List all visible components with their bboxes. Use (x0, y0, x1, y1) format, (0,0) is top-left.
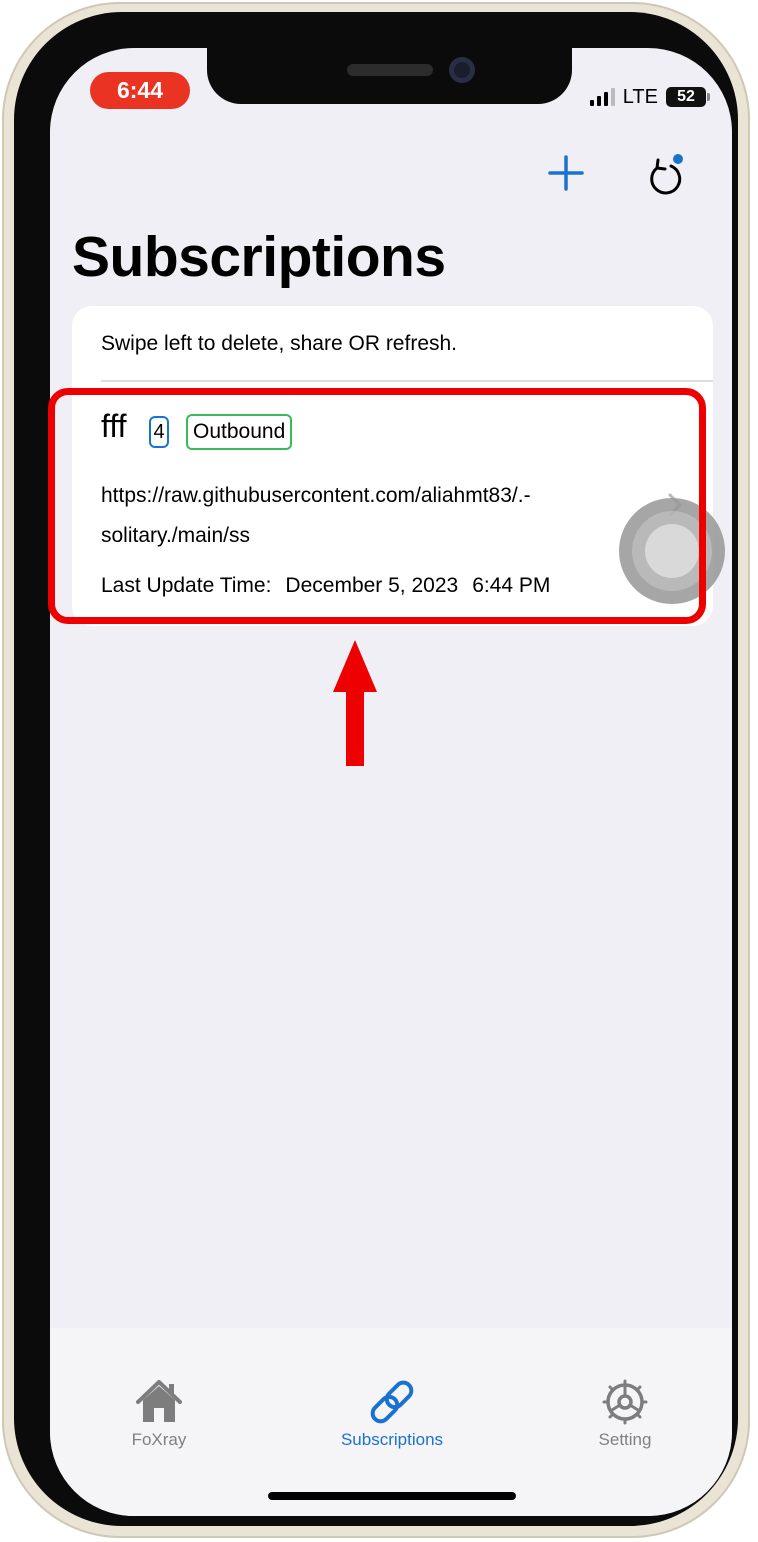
tab-subscriptions-label: Subscriptions (340, 1430, 444, 1449)
swipe-hint: Swipe left to delete, share OR refresh. (101, 332, 458, 355)
status-time: 6:44 (90, 72, 190, 109)
subscription-name: fff (101, 408, 127, 444)
assistive-touch-button[interactable] (619, 498, 725, 604)
tab-foxray[interactable]: FoXray (79, 1378, 239, 1450)
add-subscription-button[interactable] (546, 153, 586, 193)
subscriptions-list: Swipe left to delete, share OR refresh. … (72, 306, 713, 626)
tab-foxray-label: FoXray (131, 1430, 187, 1449)
last-update-label: Last Update Time: (101, 574, 272, 597)
notch (207, 48, 572, 104)
config-count-badge: 4 (149, 416, 169, 448)
subscription-url: https://raw.githubusercontent.com/aliahm… (101, 484, 531, 547)
status-indicators: LTE 52 (589, 85, 710, 109)
home-indicator[interactable] (268, 1492, 516, 1500)
app-screen: 6:44 LTE 52 Subscriptions Swipe left to … (50, 48, 732, 1516)
last-update-date: December 5, 2023 (285, 574, 459, 597)
tab-bar: FoXray Subscriptions Setting (50, 1328, 732, 1516)
tab-setting-label: Setting (598, 1430, 652, 1449)
front-camera (449, 57, 475, 83)
gear-icon (602, 1379, 648, 1425)
last-update: Last Update Time: December 5, 2023 6:44 PM (101, 574, 550, 598)
refresh-icon (650, 154, 683, 195)
link-icon (370, 1380, 414, 1424)
phone-bezel: 6:44 LTE 52 Subscriptions Swipe left to … (14, 12, 738, 1526)
list-divider (101, 380, 713, 382)
signal-icon (589, 88, 615, 106)
tab-setting[interactable]: Setting (545, 1378, 705, 1450)
house-icon (136, 1380, 182, 1422)
earpiece-speaker (347, 64, 433, 76)
tab-subscriptions[interactable]: Subscriptions (312, 1378, 472, 1450)
battery-icon: 52 (666, 87, 710, 107)
last-update-time: 6:44 PM (472, 574, 551, 597)
refresh-all-button[interactable] (644, 152, 686, 196)
plus-icon (548, 155, 584, 191)
network-type: LTE (622, 85, 658, 108)
page-title: Subscriptions (72, 225, 446, 289)
arrow-up-icon (333, 640, 377, 766)
type-badge: Outbound (186, 414, 293, 450)
